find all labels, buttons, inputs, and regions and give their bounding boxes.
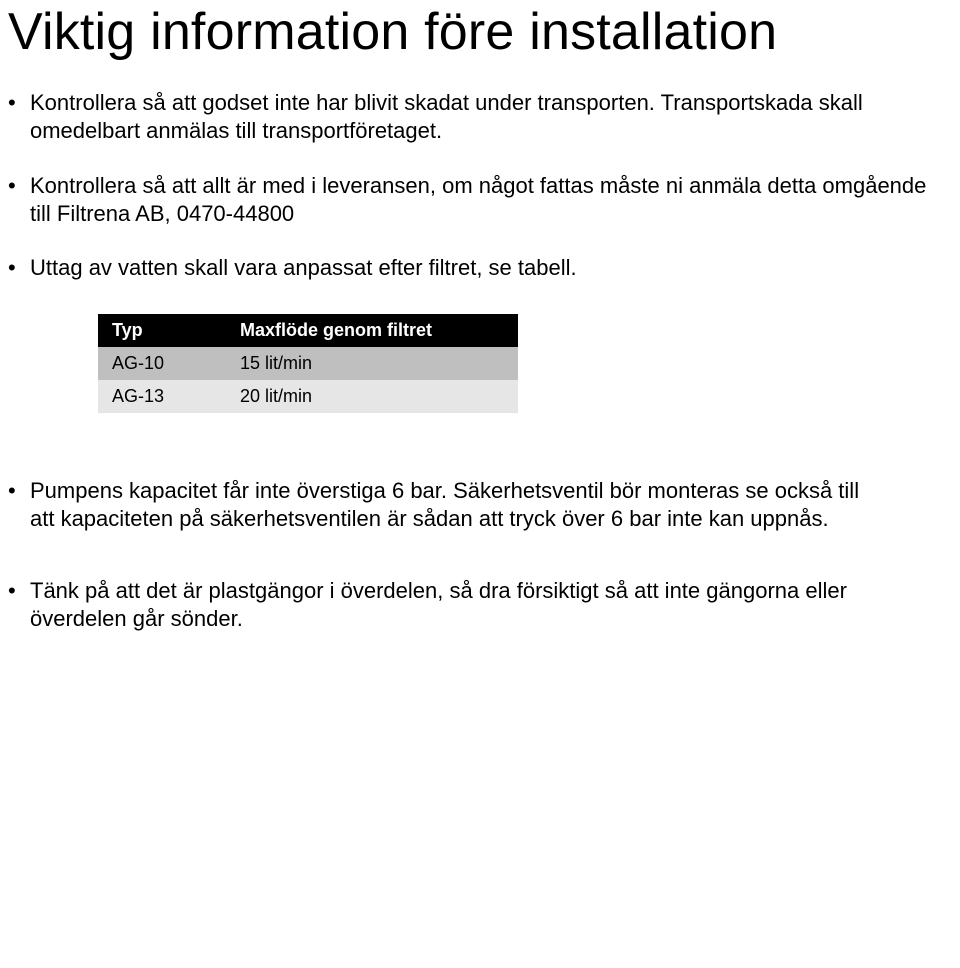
bullet-dot: • (8, 254, 30, 282)
list-item: • Kontrollera så att allt är med i lever… (8, 172, 944, 228)
table-header-flow: Maxflöde genom filtret (226, 314, 518, 347)
top-bullet-list: • Kontrollera så att godset inte har bli… (8, 89, 944, 282)
list-item: • Uttag av vatten skall vara anpassat ef… (8, 254, 944, 282)
flow-table: Typ Maxflöde genom filtret AG-10 15 lit/… (98, 314, 518, 413)
cell-typ: AG-13 (98, 380, 226, 413)
bullet-dot: • (8, 577, 30, 633)
bullet-text: Kontrollera så att allt är med i leveran… (30, 172, 944, 228)
bottom-bullet-list: • Pumpens kapacitet får inte överstiga 6… (8, 477, 944, 634)
table-row: AG-10 15 lit/min (98, 347, 518, 380)
bullet-text: Uttag av vatten skall vara anpassat efte… (30, 254, 944, 282)
bullet-text: Pumpens kapacitet får inte överstiga 6 b… (30, 477, 944, 533)
bullet-text: Tänk på att det är plastgängor i överdel… (30, 577, 944, 633)
bullet-text: Kontrollera så att godset inte har blivi… (30, 89, 944, 145)
bullet-dot: • (8, 172, 30, 228)
table-header-typ: Typ (98, 314, 226, 347)
list-item: • Tänk på att det är plastgängor i överd… (8, 577, 944, 633)
cell-typ: AG-10 (98, 347, 226, 380)
cell-flow: 20 lit/min (226, 380, 518, 413)
list-item: • Pumpens kapacitet får inte överstiga 6… (8, 477, 944, 533)
table-row: AG-13 20 lit/min (98, 380, 518, 413)
list-item: • Kontrollera så att godset inte har bli… (8, 89, 944, 145)
bullet-dot: • (8, 89, 30, 145)
bullet-dot: • (8, 477, 30, 533)
document-page: Viktig information före installation • K… (0, 4, 960, 684)
page-title: Viktig information före installation (8, 4, 944, 61)
cell-flow: 15 lit/min (226, 347, 518, 380)
flow-table-wrap: Typ Maxflöde genom filtret AG-10 15 lit/… (98, 314, 944, 413)
table-header-row: Typ Maxflöde genom filtret (98, 314, 518, 347)
